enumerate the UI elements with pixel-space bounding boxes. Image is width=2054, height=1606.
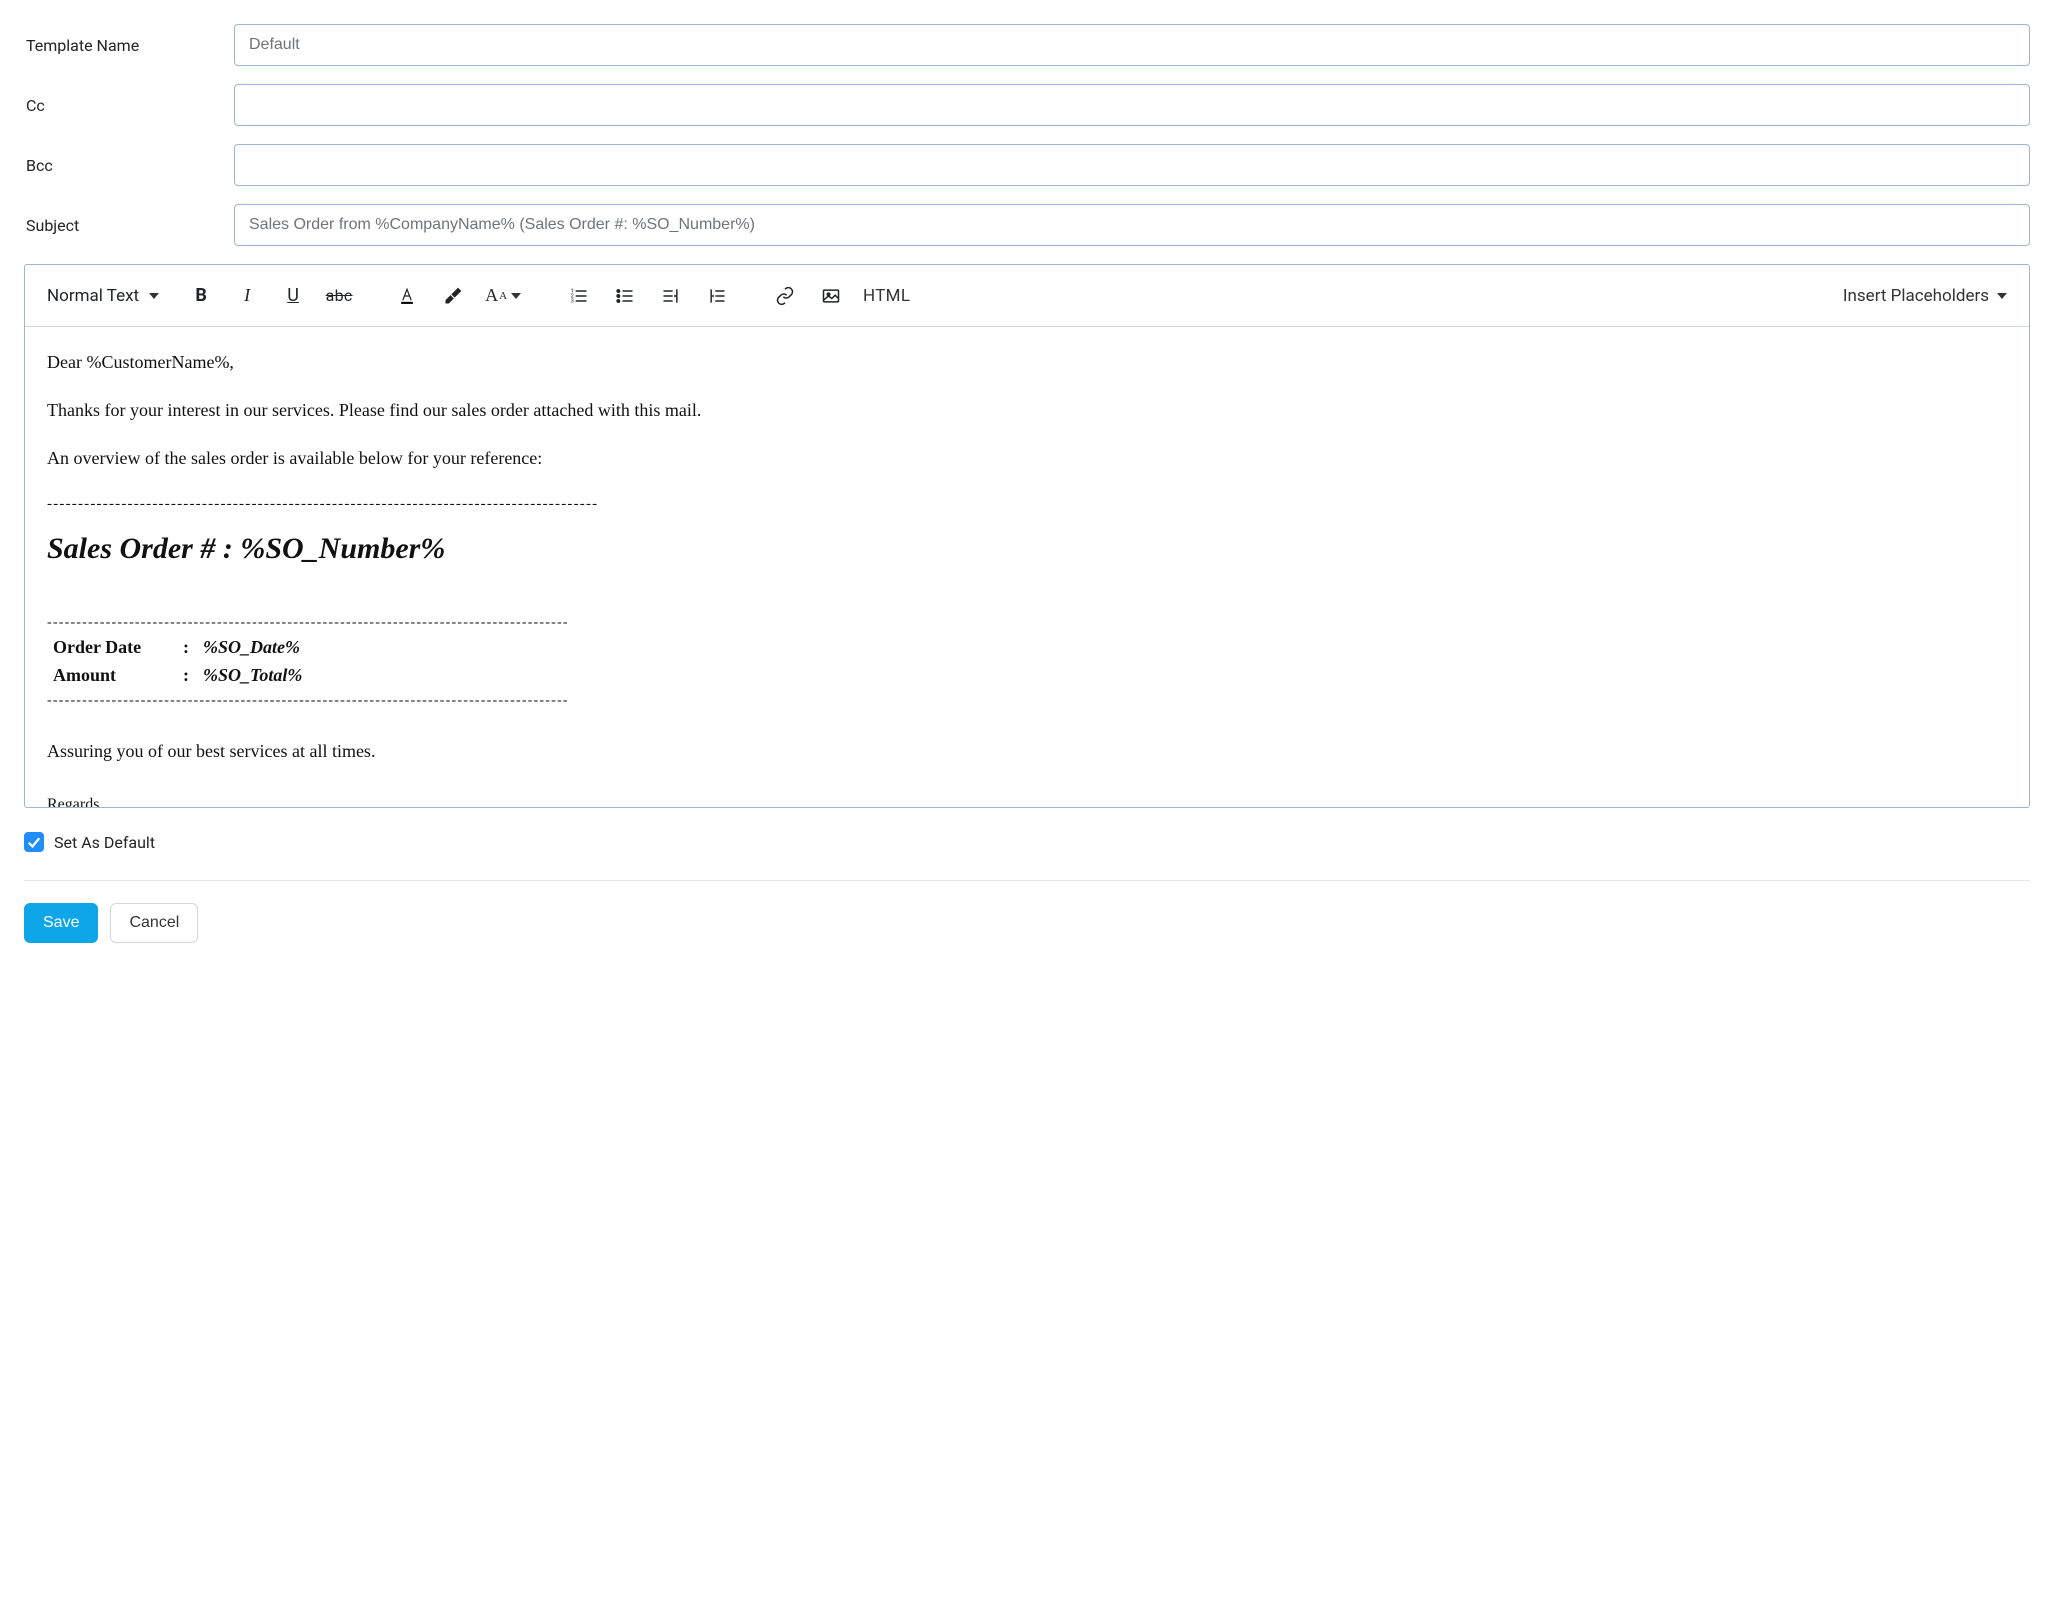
ordered-list-icon: 123	[569, 286, 589, 306]
editor-toolbar: Normal Text B I U abc AA 123	[25, 265, 2029, 327]
body-divider-small-2: ----------------------------------------…	[47, 690, 2007, 712]
text-style-dropdown[interactable]: Normal Text	[47, 286, 159, 306]
set-default-checkbox[interactable]	[24, 832, 44, 852]
outdent-button[interactable]	[703, 282, 731, 310]
font-color-icon	[397, 286, 417, 306]
outdent-icon	[707, 286, 727, 306]
body-order-date-value: %SO_Date%	[203, 634, 300, 662]
body-amount-label: Amount	[53, 662, 183, 690]
unordered-list-icon	[615, 286, 635, 306]
text-style-label: Normal Text	[47, 286, 139, 306]
cc-label: Cc	[24, 96, 234, 115]
cc-input[interactable]	[234, 84, 2030, 126]
font-size-dropdown[interactable]: AA	[485, 282, 521, 310]
font-color-button[interactable]	[393, 282, 421, 310]
chevron-down-icon	[511, 293, 521, 299]
link-icon	[775, 286, 795, 306]
bold-button[interactable]: B	[187, 282, 215, 310]
underline-button[interactable]: U	[279, 282, 307, 310]
italic-button[interactable]: I	[233, 282, 261, 310]
highlight-button[interactable]	[439, 282, 467, 310]
editor-container: Normal Text B I U abc AA 123	[24, 264, 2030, 808]
check-icon	[25, 833, 43, 851]
link-button[interactable]	[771, 282, 799, 310]
svg-text:3: 3	[571, 298, 574, 304]
strikethrough-button[interactable]: abc	[325, 282, 353, 310]
body-closing: Assuring you of our best services at all…	[47, 738, 2007, 766]
set-default-label: Set As Default	[54, 833, 155, 852]
image-icon	[821, 286, 841, 306]
editor-body[interactable]: Dear %CustomerName%, Thanks for your int…	[25, 327, 2029, 807]
image-button[interactable]	[817, 282, 845, 310]
body-order-date-label: Order Date	[53, 634, 183, 662]
save-button[interactable]: Save	[24, 903, 98, 943]
bcc-input[interactable]	[234, 144, 2030, 186]
template-name-label: Template Name	[24, 36, 234, 55]
body-divider-small-1: ----------------------------------------…	[47, 612, 2007, 634]
insert-placeholders-label: Insert Placeholders	[1843, 286, 1989, 306]
body-greeting: Dear %CustomerName%,	[47, 349, 2007, 377]
indent-icon	[661, 286, 681, 306]
indent-button[interactable]	[657, 282, 685, 310]
subject-label: Subject	[24, 216, 234, 235]
body-intro1: Thanks for your interest in our services…	[47, 397, 2007, 425]
template-name-input[interactable]	[234, 24, 2030, 66]
body-heading: Sales Order # : %SO_Number%	[47, 526, 2007, 573]
unordered-list-button[interactable]	[611, 282, 639, 310]
body-amount-value: %SO_Total%	[203, 662, 302, 690]
body-regards-partial: Regards	[47, 793, 2007, 807]
cancel-button[interactable]: Cancel	[110, 903, 198, 943]
subject-input[interactable]	[234, 204, 2030, 246]
chevron-down-icon	[1997, 293, 2007, 299]
insert-placeholders-dropdown[interactable]: Insert Placeholders	[1843, 286, 2007, 306]
chevron-down-icon	[149, 293, 159, 299]
html-button[interactable]: HTML	[863, 286, 910, 306]
bcc-label: Bcc	[24, 156, 234, 175]
ordered-list-button[interactable]: 123	[565, 282, 593, 310]
highlight-icon	[443, 286, 463, 306]
body-intro2: An overview of the sales order is availa…	[47, 445, 2007, 473]
body-divider: ----------------------------------------…	[47, 493, 2007, 516]
